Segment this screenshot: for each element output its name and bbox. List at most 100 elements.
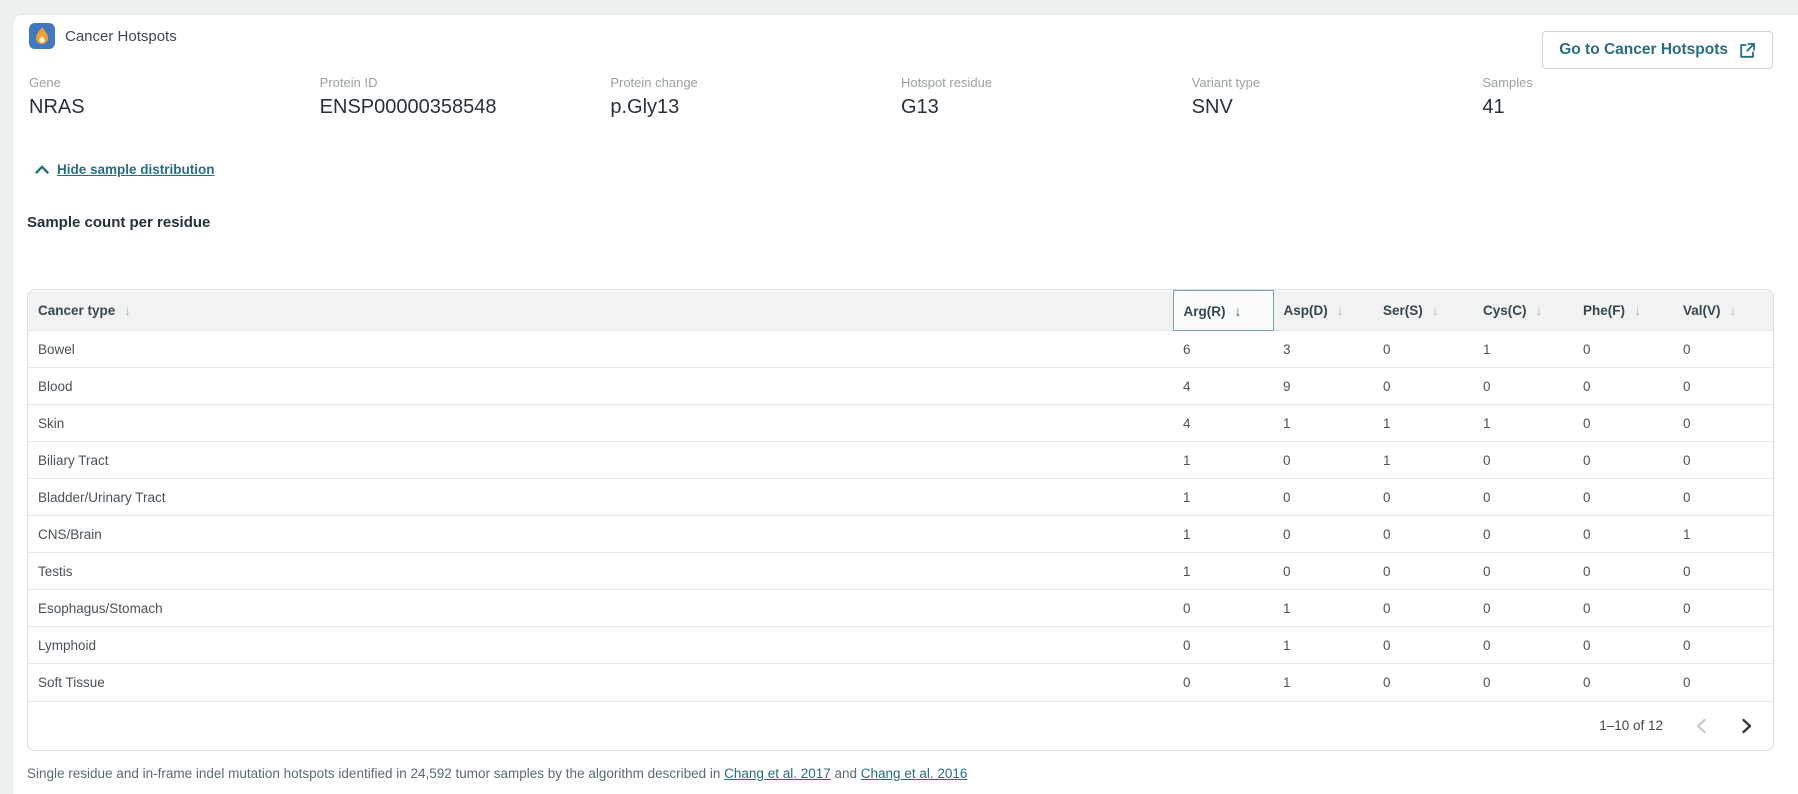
count-cell: 1	[1373, 405, 1473, 442]
hotspot-summary-fields: Gene NRAS Protein ID ENSP00000358548 Pro…	[29, 75, 1773, 119]
cancer-hotspots-flame-icon	[29, 23, 55, 49]
count-cell: 1	[1373, 442, 1473, 479]
column-header-arg-r[interactable]: Arg(R) ↓	[1173, 291, 1273, 331]
sample-count-table: Cancer type ↓ Arg(R) ↓ Asp(D)↓ Ser(S) ↓ Cys…	[28, 290, 1773, 701]
table-row: Esophagus/Stomach 0 1 0 0 0 0	[28, 590, 1773, 627]
ser-s-header-label: Ser(S)	[1383, 303, 1423, 318]
count-cell: 0	[1373, 331, 1473, 368]
panel-title: Cancer Hotspots	[65, 28, 177, 45]
chang-2017-link[interactable]: Chang et al. 2017	[724, 766, 831, 781]
count-cell: 0	[1573, 405, 1673, 442]
column-header-val-v[interactable]: Val(V)↓	[1673, 291, 1773, 331]
cancer-type-cell: Skin	[28, 405, 1173, 442]
count-cell: 0	[1273, 553, 1373, 590]
count-cell: 0	[1473, 553, 1573, 590]
column-header-cys-c[interactable]: Cys(C)↓	[1473, 291, 1573, 331]
field-protein-change-value: p.Gly13	[610, 96, 901, 119]
count-cell: 0	[1473, 368, 1573, 405]
field-protein-change-label: Protein change	[610, 75, 901, 90]
sort-arrow-icon: ↓	[1432, 302, 1439, 318]
sort-arrow-icon: ↓	[124, 302, 131, 318]
count-cell: 1	[1173, 442, 1273, 479]
field-gene: Gene NRAS	[29, 75, 320, 119]
arg-r-header-label: Arg(R)	[1184, 304, 1226, 319]
field-protein-id-label: Protein ID	[320, 75, 611, 90]
table-row: Skin 4 1 1 1 0 0	[28, 405, 1773, 442]
count-cell: 0	[1673, 479, 1773, 516]
count-cell: 0	[1573, 627, 1673, 664]
table-row: Bladder/Urinary Tract 1 0 0 0 0 0	[28, 479, 1773, 516]
count-cell: 1	[1673, 516, 1773, 553]
count-cell: 0	[1373, 627, 1473, 664]
chang-2016-link[interactable]: Chang et al. 2016	[861, 766, 968, 781]
citation-footnote: Single residue and in-frame indel mutati…	[27, 766, 967, 781]
field-variant-type-label: Variant type	[1192, 75, 1483, 90]
count-cell: 3	[1273, 331, 1373, 368]
pagination-range-label: 1–10 of 12	[1599, 718, 1663, 733]
chevron-right-icon	[1741, 718, 1753, 734]
count-cell: 0	[1473, 590, 1573, 627]
cancer-type-cell: Soft Tissue	[28, 664, 1173, 701]
count-cell: 0	[1473, 627, 1573, 664]
cancer-type-cell: Biliary Tract	[28, 442, 1173, 479]
count-cell: 1	[1173, 516, 1273, 553]
column-header-cancer-type[interactable]: Cancer type ↓	[28, 291, 1173, 331]
sample-count-heading: Sample count per residue	[27, 214, 210, 231]
column-header-phe-f[interactable]: Phe(F)↓	[1573, 291, 1673, 331]
go-to-cancer-hotspots-button[interactable]: Go to Cancer Hotspots	[1542, 31, 1773, 69]
count-cell: 0	[1673, 442, 1773, 479]
table-row: Testis 1 0 0 0 0 0	[28, 553, 1773, 590]
count-cell: 0	[1473, 442, 1573, 479]
count-cell: 0	[1373, 479, 1473, 516]
count-cell: 0	[1673, 590, 1773, 627]
field-samples-label: Samples	[1482, 75, 1773, 90]
count-cell: 1	[1173, 553, 1273, 590]
panel-header: Cancer Hotspots	[29, 21, 177, 51]
val-v-header-label: Val(V)	[1683, 303, 1721, 318]
cancer-hotspots-panel: Cancer Hotspots Go to Cancer Hotspots Ge…	[12, 14, 1798, 794]
table-row: Soft Tissue 0 1 0 0 0 0	[28, 664, 1773, 701]
sort-arrow-icon: ↓	[1634, 302, 1641, 318]
count-cell: 0	[1173, 664, 1273, 701]
table-row: Biliary Tract 1 0 1 0 0 0	[28, 442, 1773, 479]
sort-arrow-icon: ↓	[1337, 302, 1344, 318]
field-protein-change: Protein change p.Gly13	[610, 75, 901, 119]
count-cell: 4	[1173, 368, 1273, 405]
count-cell: 0	[1673, 553, 1773, 590]
count-cell: 6	[1173, 331, 1273, 368]
count-cell: 0	[1673, 331, 1773, 368]
column-header-ser-s[interactable]: Ser(S) ↓	[1373, 291, 1473, 331]
field-hotspot-residue: Hotspot residue G13	[901, 75, 1192, 119]
table-row: Blood 4 9 0 0 0 0	[28, 368, 1773, 405]
count-cell: 1	[1273, 664, 1373, 701]
count-cell: 1	[1273, 405, 1373, 442]
hide-sample-distribution-label: Hide sample distribution	[57, 162, 215, 177]
count-cell: 0	[1473, 479, 1573, 516]
field-samples: Samples 41	[1482, 75, 1773, 119]
count-cell: 0	[1673, 368, 1773, 405]
external-link-icon	[1739, 42, 1756, 59]
citation-text-between: and	[831, 766, 861, 781]
count-cell: 0	[1573, 479, 1673, 516]
count-cell: 0	[1573, 331, 1673, 368]
cancer-type-cell: Blood	[28, 368, 1173, 405]
cancer-type-header-label: Cancer type	[38, 303, 115, 318]
cancer-type-cell: Bladder/Urinary Tract	[28, 479, 1173, 516]
count-cell: 0	[1373, 553, 1473, 590]
cancer-type-cell: Bowel	[28, 331, 1173, 368]
cancer-type-cell: Testis	[28, 553, 1173, 590]
count-cell: 0	[1573, 516, 1673, 553]
sort-arrow-icon-active: ↓	[1235, 303, 1242, 319]
pagination-prev-button[interactable]	[1693, 716, 1709, 736]
count-cell: 0	[1173, 627, 1273, 664]
column-header-asp-d[interactable]: Asp(D)↓	[1273, 291, 1373, 331]
count-cell: 0	[1473, 516, 1573, 553]
hide-sample-distribution-toggle[interactable]: Hide sample distribution	[35, 162, 215, 177]
count-cell: 4	[1173, 405, 1273, 442]
table-header-row: Cancer type ↓ Arg(R) ↓ Asp(D)↓ Ser(S) ↓ Cys…	[28, 291, 1773, 331]
field-protein-id: Protein ID ENSP00000358548	[320, 75, 611, 119]
table-pagination: 1–10 of 12	[28, 701, 1773, 750]
count-cell: 0	[1573, 590, 1673, 627]
pagination-next-button[interactable]	[1739, 716, 1755, 736]
count-cell: 0	[1573, 368, 1673, 405]
